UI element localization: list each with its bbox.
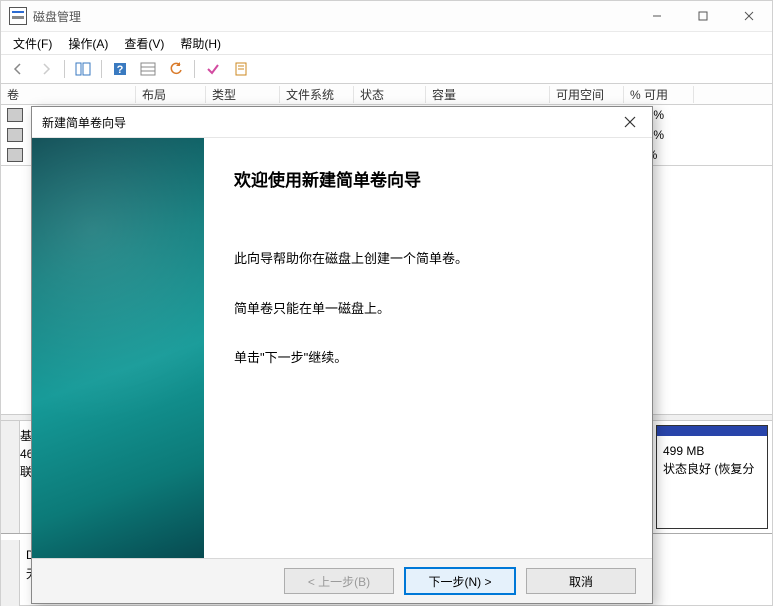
- volume-icon: [7, 128, 23, 142]
- col-filesystem[interactable]: 文件系统: [280, 86, 354, 103]
- titlebar: 磁盘管理: [1, 1, 772, 32]
- col-layout[interactable]: 布局: [136, 86, 206, 103]
- wizard-content: 欢迎使用新建简单卷向导 此向导帮助你在磁盘上创建一个简单卷。 简单卷只能在单一磁…: [204, 138, 652, 558]
- wizard-text: 单击"下一步"继续。: [234, 348, 634, 368]
- menu-action[interactable]: 操作(A): [60, 33, 116, 54]
- wizard-text: 简单卷只能在单一磁盘上。: [234, 299, 634, 319]
- dialog-title: 新建简单卷向导: [42, 114, 126, 131]
- forward-button[interactable]: [33, 57, 59, 81]
- minimize-button[interactable]: [634, 1, 680, 31]
- disk-line: 联: [20, 463, 30, 481]
- menu-help[interactable]: 帮助(H): [172, 33, 229, 54]
- cancel-button[interactable]: 取消: [526, 568, 636, 594]
- help-icon[interactable]: ?: [107, 57, 133, 81]
- close-button[interactable]: [726, 1, 772, 31]
- disk-line: 基: [20, 427, 30, 445]
- col-pctfree[interactable]: % 可用: [624, 86, 694, 103]
- dialog-close-button[interactable]: [614, 110, 646, 134]
- maximize-button[interactable]: [680, 1, 726, 31]
- partition-box[interactable]: 499 MB 状态良好 (恢复分: [656, 425, 768, 529]
- check-icon[interactable]: [200, 57, 226, 81]
- col-type[interactable]: 类型: [206, 86, 280, 103]
- col-volume[interactable]: 卷: [1, 86, 136, 103]
- panes-icon[interactable]: [70, 57, 96, 81]
- col-state[interactable]: 状态: [354, 86, 426, 103]
- volume-icon: [7, 108, 23, 122]
- wizard-sidebar-graphic: [32, 138, 204, 558]
- toolbar: ?: [1, 55, 772, 84]
- col-freespace[interactable]: 可用空间: [550, 86, 624, 103]
- menu-file[interactable]: 文件(F): [5, 33, 60, 54]
- back-button[interactable]: [5, 57, 31, 81]
- window-title: 磁盘管理: [33, 8, 81, 25]
- refresh-icon[interactable]: [163, 57, 189, 81]
- disk-line: 46: [20, 445, 30, 463]
- properties-icon[interactable]: [228, 57, 254, 81]
- next-button[interactable]: 下一步(N) >: [404, 567, 516, 595]
- disk-info: 基 46 联: [20, 421, 30, 533]
- volume-icon: [7, 148, 23, 162]
- wizard-heading: 欢迎使用新建简单卷向导: [234, 166, 634, 191]
- partition-state: 状态良好 (恢复分: [663, 460, 761, 478]
- dialog-titlebar: 新建简单卷向导: [32, 107, 652, 138]
- menubar: 文件(F) 操作(A) 查看(V) 帮助(H): [1, 32, 772, 55]
- wizard-button-row: < 上一步(B) 下一步(N) > 取消: [32, 558, 652, 603]
- list-icon[interactable]: [135, 57, 161, 81]
- wizard-text: 此向导帮助你在磁盘上创建一个简单卷。: [234, 249, 634, 269]
- new-simple-volume-wizard: 新建简单卷向导 欢迎使用新建简单卷向导 此向导帮助你在磁盘上创建一个简单卷。 简…: [31, 106, 653, 604]
- partition-size: 499 MB: [663, 442, 761, 460]
- svg-text:?: ?: [117, 64, 124, 76]
- menu-view[interactable]: 查看(V): [116, 33, 172, 54]
- back-button: < 上一步(B): [284, 568, 394, 594]
- disk-management-window: 磁盘管理 文件(F) 操作(A) 查看(V) 帮助(H) ?: [0, 0, 773, 606]
- app-icon: [9, 7, 27, 25]
- col-capacity[interactable]: 容量: [426, 86, 550, 103]
- volume-table-header: 卷 布局 类型 文件系统 状态 容量 可用空间 % 可用: [1, 84, 772, 105]
